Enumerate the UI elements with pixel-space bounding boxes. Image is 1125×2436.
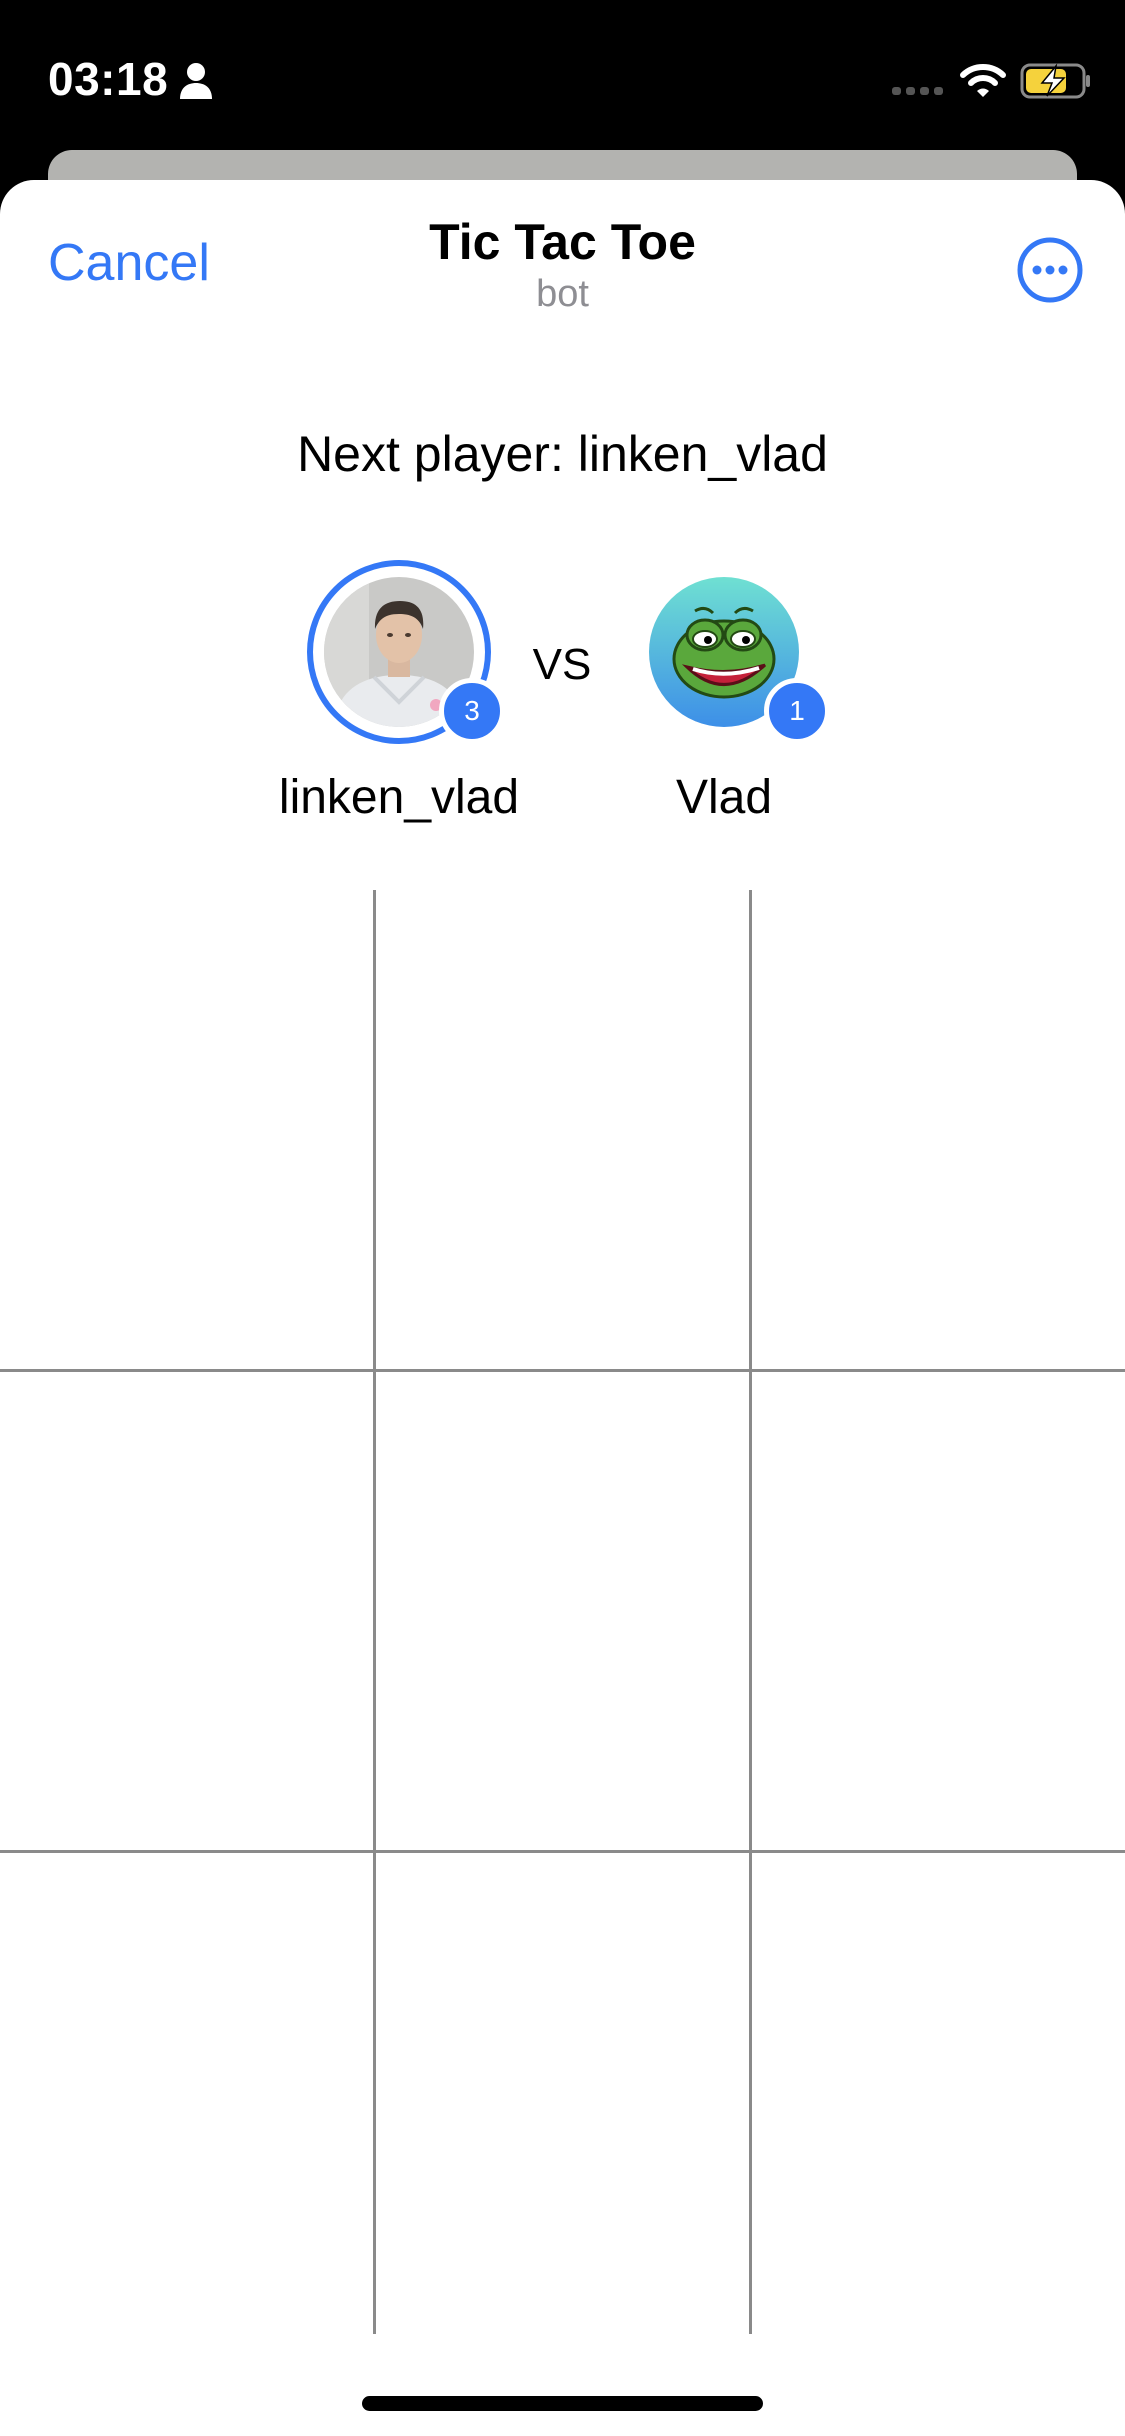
avatar-wrap: 3 [307, 560, 505, 744]
battery-charging-icon [1020, 63, 1090, 99]
avatar-wrap: 1 [632, 560, 830, 744]
ellipsis-circle-icon[interactable] [1016, 236, 1084, 304]
home-indicator[interactable] [362, 2396, 763, 2411]
next-player-label: Next player: linken_vlad [297, 426, 828, 482]
board-cell[interactable] [0, 890, 373, 1369]
page-title: Tic Tac Toe [429, 214, 696, 270]
game-sheet: Cancel Tic Tac Toe bot Next player: link… [0, 180, 1125, 2436]
score-badge: 1 [764, 678, 830, 744]
player-name: linken_vlad [278, 771, 520, 824]
board-cell[interactable] [752, 1372, 1125, 1850]
grid-line-horizontal [0, 1850, 1125, 1853]
board-cell[interactable] [376, 890, 749, 1369]
page-subtitle: bot [536, 273, 589, 315]
signal-icon [892, 87, 943, 95]
wifi-icon [960, 64, 1006, 97]
player-card-vlad: 1 Vlad [574, 560, 874, 824]
score-badge: 3 [439, 678, 505, 744]
status-time: 03:18 [48, 53, 169, 105]
grid-line-vertical [749, 890, 752, 2334]
board-cell[interactable] [0, 1853, 373, 2334]
board-cell[interactable] [376, 1853, 749, 2334]
player-card-linken-vlad: 3 linken_vlad [249, 560, 549, 824]
grid-line-vertical [373, 890, 376, 2334]
player-name: Vlad [675, 771, 773, 824]
grid-line-horizontal [0, 1369, 1125, 1372]
status-bar: 03:18 [0, 0, 1125, 150]
board-cell[interactable] [376, 1372, 749, 1850]
board-cell[interactable] [752, 1853, 1125, 2334]
board-cell[interactable] [0, 1372, 373, 1850]
person-icon [180, 63, 212, 99]
tic-tac-toe-board [0, 890, 1125, 2334]
board-cell[interactable] [752, 890, 1125, 1369]
